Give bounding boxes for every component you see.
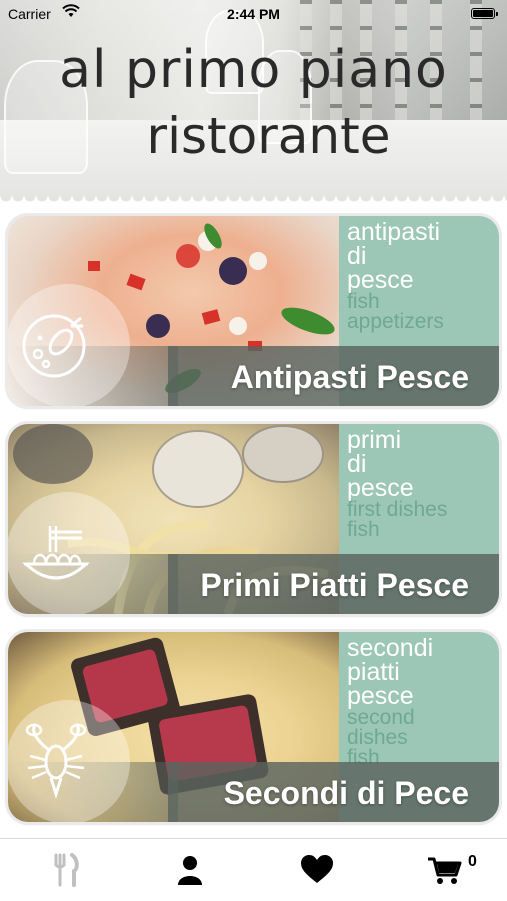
header-banner: al primo piano ristorante xyxy=(0,0,507,202)
antipasti-en-line1: fish xyxy=(347,290,380,313)
primi-it-line3: pesce xyxy=(347,474,414,502)
primi-en-line2: fish xyxy=(347,518,380,541)
primi-title: Primi Piatti Pesce xyxy=(200,567,469,603)
secondi-title: Secondi di Pece xyxy=(223,775,469,811)
status-time: 2:44 PM xyxy=(227,6,280,22)
tab-cart[interactable] xyxy=(424,853,464,887)
heart-icon xyxy=(301,855,333,883)
antipasti-en-line2: appetizers xyxy=(347,310,444,333)
secondi-it-line2: piatti xyxy=(347,658,400,686)
antipasti-title: Antipasti Pesce xyxy=(230,359,469,395)
antipasti-it-line3: pesce xyxy=(347,266,414,294)
secondi-en-line1: second xyxy=(347,706,415,729)
tab-profile[interactable] xyxy=(170,853,210,887)
tab-favorites[interactable] xyxy=(297,853,337,887)
restaurant-subtitle: ristorante xyxy=(146,107,391,165)
category-card-antipasti[interactable]: antipasti di pesce fish appetizers Antip… xyxy=(8,216,499,406)
lobster-icon xyxy=(25,722,87,800)
cart-count-badge: 0 xyxy=(468,853,477,870)
secondi-it-line3: pesce xyxy=(347,682,414,710)
category-card-secondi[interactable]: secondi piatti pesce second dishes fish … xyxy=(8,632,499,822)
antipasti-it-line1: antipasti xyxy=(347,218,441,246)
battery-icon xyxy=(471,8,498,19)
antipasti-it-line2: di xyxy=(347,242,367,270)
category-card-primi[interactable]: primi di pesce first dishes fish Primi P… xyxy=(8,424,499,614)
user-icon xyxy=(178,856,202,885)
secondi-en-line2: dishes xyxy=(347,726,408,749)
cart-icon xyxy=(428,857,462,884)
primi-en-line1: first dishes xyxy=(347,498,448,521)
tab-menu[interactable] xyxy=(46,853,86,887)
secondi-it-line1: secondi xyxy=(347,634,434,662)
primi-it-line2: di xyxy=(347,450,367,478)
fork-knife-icon xyxy=(54,853,79,887)
fish-plate-icon xyxy=(22,314,86,378)
restaurant-title: al primo piano xyxy=(59,40,448,100)
primi-it-line1: primi xyxy=(347,426,402,454)
tab-bar: 0 xyxy=(0,838,507,901)
status-bar: Carrier 2:44 PM xyxy=(0,0,507,28)
pasta-bowl-icon xyxy=(22,526,90,580)
